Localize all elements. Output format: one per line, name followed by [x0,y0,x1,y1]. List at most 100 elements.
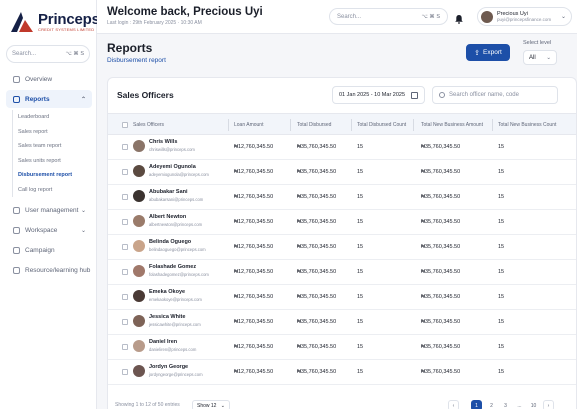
sidebar-search-shortcut: ⌥ ⌘ S [65,51,84,57]
cell-loan: ₦12,760,345.50 [234,244,274,250]
cell-new-amount: ₦35,760,345.50 [421,244,461,250]
row-checkbox[interactable] [122,244,128,250]
officer-search-input[interactable]: Search officer name, code [432,86,558,104]
prev-page-button[interactable]: ‹ [448,400,459,409]
header-search-input[interactable]: Search... ⌥ ⌘ S [329,8,448,25]
row-checkbox[interactable] [122,294,128,300]
table-row[interactable]: Abubakar Sani abubakarsani@princeps.com ₦1… [108,185,576,210]
subitem-disbursement-report[interactable]: Disbursement report [18,168,92,183]
table-row[interactable]: Folashade Gomez folashadegomez@princeps.c… [108,260,576,285]
column-header[interactable]: Total Disbursed Count [357,114,406,136]
notification-bell-icon[interactable] [454,11,464,24]
column-header[interactable]: Total Disbursed [297,114,331,136]
table-row[interactable]: Emeka Okoye emekaokoye@princeps.com ₦12,76… [108,285,576,310]
level-select[interactable]: All ⌄ [523,50,557,65]
last-login-text: Last login : 29th February 2025 · 10:30 … [107,20,202,26]
officer-email: folashadegomez@princeps.com [149,272,209,277]
page-button[interactable]: 10 [528,400,539,409]
table-row[interactable]: Jordyn George jordyngeorge@princeps.com ₦1… [108,360,576,385]
cell-new-count: 15 [498,369,505,375]
top-header: Welcome back, Precious Uyi Last login : … [97,0,577,34]
cell-count: 15 [357,144,364,150]
row-checkbox[interactable] [122,169,128,175]
subitem-sales-units-report[interactable]: Sales units report [18,154,92,169]
reports-submenu: Leaderboard Sales report Sales team repo… [12,110,92,197]
row-checkbox[interactable] [122,219,128,225]
sidebar-item-label: Workspace [25,226,58,234]
brand-logo[interactable]: Princeps CREDIT SYSTEMS LIMITED [9,10,100,34]
officer-email: danieliren@princeps.com [149,347,197,352]
sidebar-item-label: Reports [25,95,50,103]
level-value: All [529,54,536,61]
cell-new-count: 15 [498,244,505,250]
page-size-select[interactable]: Show 12 ⌄ [192,400,230,409]
avatar [133,340,145,352]
cell-count: 15 [357,319,364,325]
row-checkbox[interactable] [122,344,128,350]
search-icon [439,92,445,98]
select-all-checkbox[interactable] [122,114,128,136]
avatar [133,215,145,227]
cell-new-count: 15 [498,144,505,150]
sidebar-item-user-management[interactable]: User management ⌄ [6,201,92,219]
table-header: Sales Officers Loan Amount Total Disburs… [108,113,576,136]
subitem-leaderboard[interactable]: Leaderboard [18,110,92,125]
avatar [133,165,145,177]
date-range-picker[interactable]: 01 Jan 2025 - 10 Mar 2025 [332,86,425,104]
sidebar-item-overview[interactable]: Overview [6,70,92,88]
cell-loan: ₦12,760,345.50 [234,294,274,300]
avatar [133,240,145,252]
export-button[interactable]: ⇪ Export [466,44,510,61]
column-header[interactable]: Loan Amount [234,114,263,136]
table-row[interactable]: Belinda Oguego belindaoguego@princeps.com… [108,235,576,260]
cell-loan: ₦12,760,345.50 [234,194,274,200]
table-row[interactable]: Daniel Iren danieliren@princeps.com ₦12,76… [108,335,576,360]
row-checkbox[interactable] [122,144,128,150]
chart-icon [13,95,20,103]
table-row[interactable]: Jessica White jessicawhite@princeps.com ₦1… [108,310,576,335]
column-header[interactable]: Total New Business Count [498,114,556,136]
table-row[interactable]: Adeyemi Ogunola adeyemiogunola@princeps.c… [108,160,576,185]
chevron-left-icon: ‹ [452,402,455,409]
brand-name: Princeps [38,10,100,28]
sidebar-search-input[interactable]: Search... ⌥ ⌘ S [6,45,90,63]
cell-count: 15 [357,294,364,300]
column-divider [413,119,414,131]
table-row[interactable]: Albert Newton albertnewton@princeps.com ₦1… [108,210,576,235]
officer-email: belindaoguego@princeps.com [149,247,206,252]
row-checkbox[interactable] [122,194,128,200]
sidebar-item-reports[interactable]: Reports ⌃ [6,90,92,108]
column-header[interactable]: Sales Officers [133,114,164,136]
row-checkbox[interactable] [122,369,128,375]
sidebar-item-resource-hub[interactable]: Resource/learning hub [6,261,92,279]
avatar [133,190,145,202]
subitem-sales-report[interactable]: Sales report [18,125,92,140]
sidebar-item-campaign[interactable]: Campaign [6,241,92,259]
page-button[interactable]: 1 [471,400,482,409]
cell-new-amount: ₦35,760,345.50 [421,219,461,225]
cell-new-count: 15 [498,319,505,325]
subitem-sales-team-report[interactable]: Sales team report [18,139,92,154]
pagination-info: Showing 1 to 12 of 50 entries [115,402,180,408]
cell-disbursed: ₦35,760,345.50 [297,369,337,375]
column-header[interactable]: Total New Business Amount [421,114,483,136]
table-row[interactable]: Chris Wills chriswills@princeps.com ₦12,76… [108,135,576,160]
page-button[interactable]: 2 [486,400,497,409]
cell-disbursed: ₦35,760,345.50 [297,344,337,350]
cell-new-count: 15 [498,269,505,275]
officer-name: Daniel Iren [149,339,178,345]
sidebar-item-workspace[interactable]: Workspace ⌄ [6,221,92,239]
column-divider [228,119,229,131]
user-menu[interactable]: Precious Uyi puyi@princepsfinance.com ⌄ [477,7,572,26]
checkbox[interactable] [122,122,128,128]
page-button[interactable]: 3 [500,400,511,409]
row-checkbox[interactable] [122,269,128,275]
main-content: Reports Disbursement report ⇪ Export Sel… [97,34,577,409]
next-page-button[interactable]: › [543,400,554,409]
cell-count: 15 [357,169,364,175]
subitem-call-log-report[interactable]: Call log report [18,183,92,198]
row-checkbox[interactable] [122,319,128,325]
cell-new-amount: ₦35,760,345.50 [421,194,461,200]
chevron-down-icon: ⌄ [80,227,86,234]
cell-count: 15 [357,369,364,375]
